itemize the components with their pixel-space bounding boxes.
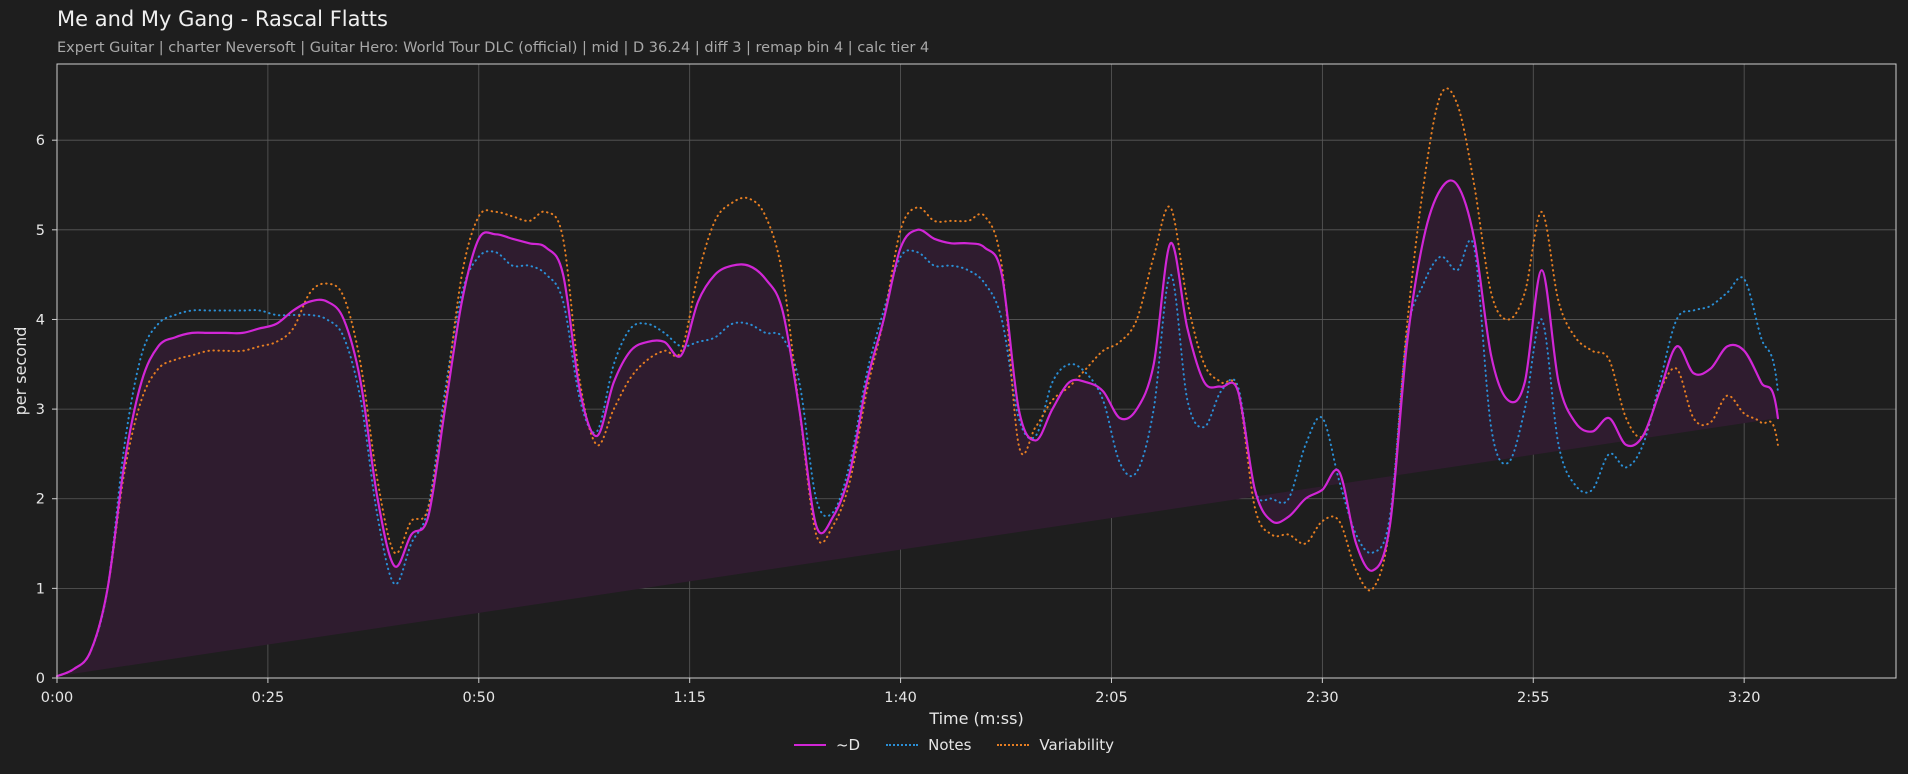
y-tick-label: 1: [36, 581, 45, 597]
x-tick-label: 3:20: [1728, 690, 1761, 706]
chart-legend: ~D Notes Variability: [0, 736, 1908, 754]
legend-item-d[interactable]: ~D: [793, 736, 861, 754]
y-tick-label: 0: [36, 671, 45, 687]
y-axis-ticks: 0 1 2 3 4 5 6: [36, 133, 57, 687]
y-tick-label: 3: [36, 402, 45, 418]
legend-label-notes: Notes: [928, 736, 972, 754]
x-tick-label: 1:40: [884, 690, 917, 706]
y-tick-label: 4: [36, 312, 45, 328]
legend-swatch-d: [793, 744, 826, 746]
x-tick-label: 1:15: [673, 690, 706, 706]
x-tick-label: 0:00: [41, 690, 74, 706]
x-tick-label: 2:05: [1095, 690, 1128, 706]
y-tick-label: 2: [36, 492, 45, 508]
x-tick-label: 0:50: [463, 690, 496, 706]
x-axis-label: Time (m:ss): [928, 709, 1023, 728]
y-tick-label: 5: [36, 223, 45, 239]
x-tick-label: 0:25: [252, 690, 285, 706]
legend-swatch-notes: [886, 744, 919, 746]
legend-label-d: ~D: [835, 736, 861, 754]
series-d-area: [57, 180, 1778, 677]
y-tick-label: 6: [36, 133, 45, 149]
legend-item-notes[interactable]: Notes: [886, 736, 971, 754]
x-tick-label: 2:55: [1517, 690, 1550, 706]
area-fill: [57, 180, 1778, 677]
legend-item-variability[interactable]: Variability: [997, 736, 1114, 754]
x-tick-label: 2:30: [1306, 690, 1339, 706]
x-axis-ticks: 0:00 0:25 0:50 1:15 1:40 2:05 2:30 2:55 3:20: [41, 678, 1761, 706]
line-chart: 0:00 0:25 0:50 1:15 1:40 2:05 2:30 2:55 3:20 0 1 2…: [11, 63, 1897, 728]
legend-label-variability: Variability: [1039, 736, 1115, 754]
legend-swatch-variability: [997, 744, 1030, 746]
y-axis-label: per second: [11, 327, 30, 416]
